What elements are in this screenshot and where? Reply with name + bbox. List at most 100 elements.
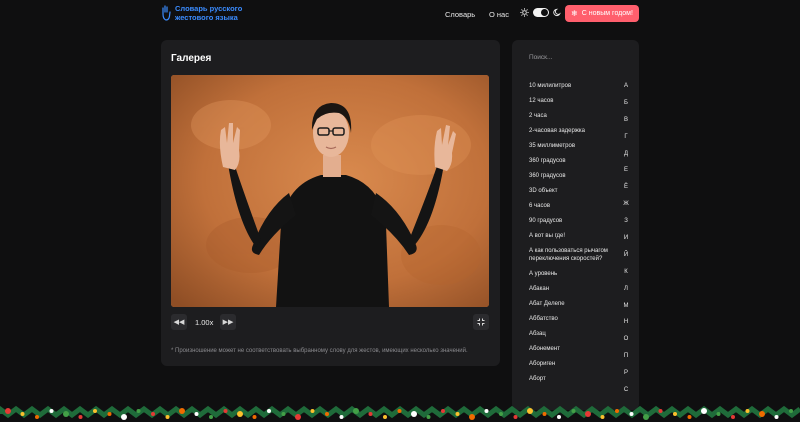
video-controls: ◀◀ 1.00x ▶▶ <box>171 314 489 330</box>
garland-ornament <box>368 412 373 416</box>
garland-ornament <box>499 412 503 416</box>
theme-toggle[interactable] <box>533 8 549 17</box>
word-list-item[interactable]: Абат Делепе <box>529 300 609 308</box>
alphabet-letter[interactable]: З <box>620 218 632 235</box>
word-list-item[interactable]: 90 градусов <box>529 217 609 225</box>
word-list-item[interactable]: А вот вы где! <box>529 232 609 240</box>
top-navbar: Словарь русского жестового языка Словарь… <box>0 0 800 30</box>
alphabet-letter[interactable]: О <box>620 336 632 353</box>
garland-ornament <box>136 409 141 413</box>
garland-ornament <box>267 409 271 413</box>
garland-ornament <box>759 411 765 417</box>
forward-button[interactable]: ▶▶ <box>220 314 236 330</box>
garland-ornament <box>585 411 591 417</box>
garland-ornament <box>325 412 329 416</box>
garland-ornament <box>353 408 359 414</box>
alphabet-letter[interactable]: В <box>620 117 632 134</box>
word-list-item[interactable]: Абориген <box>529 360 609 368</box>
word-list-item[interactable]: 360 градусов <box>529 157 609 165</box>
garland-ornament <box>383 415 387 419</box>
word-list-item[interactable]: 2 часа <box>529 112 609 120</box>
pronunciation-note: * Произношение может не соответствовать … <box>171 348 468 354</box>
alphabet-letter[interactable]: Ж <box>620 201 632 218</box>
alphabet-letter[interactable]: Й <box>620 252 632 269</box>
word-list-panel: 10 милилитров 12 часов 2 часа 2-часовая зад… <box>512 40 639 410</box>
fullscreen-button[interactable] <box>473 314 489 330</box>
garland-ornament <box>35 415 39 419</box>
garland-ornament <box>194 412 199 416</box>
garland-ornament <box>658 409 663 413</box>
nav-about-link[interactable]: О нас <box>489 10 509 19</box>
alphabet-letter[interactable]: Б <box>620 100 632 117</box>
alphabet-letter[interactable]: П <box>620 353 632 370</box>
sun-icon <box>520 8 529 17</box>
word-list-item[interactable]: 10 милилитров <box>529 82 609 90</box>
garland-ornament <box>469 414 475 420</box>
alphabet-letter[interactable]: Л <box>620 286 632 303</box>
garland-ornament <box>629 412 634 416</box>
rewind-button[interactable]: ◀◀ <box>171 314 187 330</box>
alphabet-letter[interactable]: К <box>620 269 632 286</box>
garland-ornament <box>527 408 533 414</box>
sign-video-player[interactable] <box>171 75 489 307</box>
fast-forward-icon: ▶▶ <box>222 319 234 326</box>
alphabet-letter[interactable]: Н <box>620 319 632 336</box>
garland-ornament <box>223 409 228 413</box>
word-list-item[interactable]: Абзац <box>529 330 609 338</box>
garland-ornament <box>20 412 25 416</box>
nav-dictionary-link[interactable]: Словарь <box>445 10 475 19</box>
garland-ornament <box>484 409 489 413</box>
word-list-item[interactable]: 6 часов <box>529 202 609 210</box>
garland-ornament <box>310 409 315 413</box>
alphabet-index: АБВГДЕЁЖЗИЙКЛМНОПРС <box>620 83 632 404</box>
word-list-item[interactable]: 360 градусов <box>529 172 609 180</box>
garland-ornament <box>411 411 417 417</box>
garland-ornament <box>252 415 257 419</box>
alphabet-letter[interactable]: М <box>620 303 632 320</box>
alphabet-letter[interactable]: А <box>620 83 632 100</box>
garland-ornament <box>687 415 692 419</box>
word-list-item[interactable]: 35 миллиметров <box>529 142 609 150</box>
garland-ornament <box>571 409 576 413</box>
garland-ornament <box>701 408 707 414</box>
search-input[interactable] <box>529 54 624 61</box>
garland-ornament <box>339 415 344 419</box>
garland-ornament <box>745 409 750 413</box>
garland-ornament <box>513 415 518 419</box>
garland-ornament <box>615 409 619 413</box>
garland-ornament <box>455 412 460 416</box>
word-list-item[interactable]: Аборт <box>529 375 609 383</box>
alphabet-letter[interactable]: Ё <box>620 184 632 201</box>
garland-ornament <box>78 415 83 419</box>
new-year-button[interactable]: ❄ С новым годом! <box>565 5 639 22</box>
garland-ornament <box>63 411 69 417</box>
word-list-item[interactable]: Аббатство <box>529 315 609 323</box>
garland-ornament <box>281 412 286 416</box>
playback-speed[interactable]: 1.00x <box>195 318 213 327</box>
word-list-item[interactable]: А уровень <box>529 270 609 278</box>
gallery-card: Галерея ◀◀ 1.00x ▶▶ * Произношение может… <box>161 40 500 366</box>
garland-ornament <box>5 408 11 414</box>
garland-ornament <box>209 415 213 419</box>
alphabet-letter[interactable]: Р <box>620 370 632 387</box>
garland-ornament <box>93 409 97 413</box>
christmas-garland <box>0 405 800 420</box>
word-list-item[interactable]: Абонемент <box>529 345 609 353</box>
word-list-item[interactable]: 3D объект <box>529 187 609 195</box>
site-logo[interactable]: Словарь русского жестового языка <box>161 4 245 22</box>
garland-ornament <box>237 411 243 417</box>
alphabet-letter[interactable]: И <box>620 235 632 252</box>
garland-ornament <box>716 412 721 416</box>
word-list-item[interactable]: 2-часовая задержка <box>529 127 609 135</box>
alphabet-letter[interactable]: Г <box>620 134 632 151</box>
alphabet-letter[interactable]: Д <box>620 151 632 168</box>
fullscreen-exit-icon <box>477 318 485 326</box>
garland-ornament <box>774 415 779 419</box>
word-list-item[interactable]: Абакан <box>529 285 609 293</box>
alphabet-letter[interactable]: Е <box>620 167 632 184</box>
word-list-item[interactable]: 12 часов <box>529 97 609 105</box>
word-list-item[interactable]: А как пользоваться рычагом переключения … <box>529 247 609 263</box>
theme-switcher[interactable] <box>520 8 562 17</box>
garland-ornament <box>789 409 793 413</box>
garland-ornament <box>600 415 605 419</box>
